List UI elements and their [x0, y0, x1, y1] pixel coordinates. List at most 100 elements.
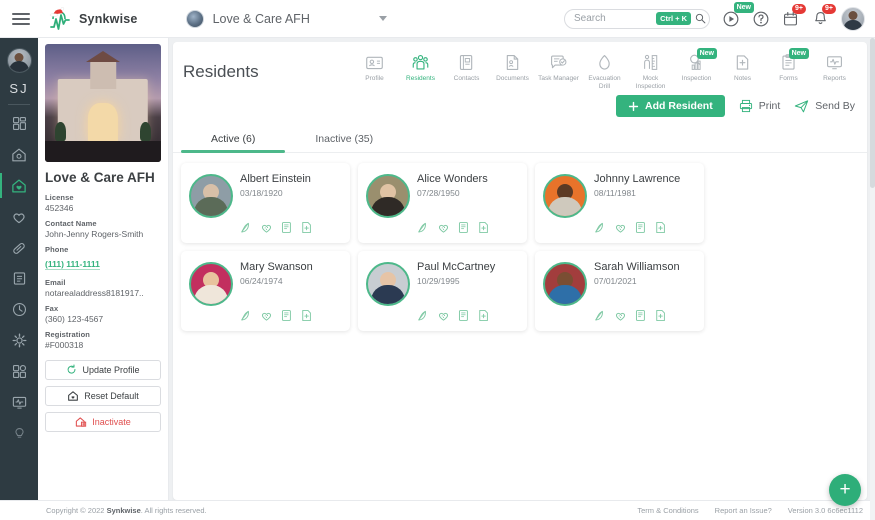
tool-inspection[interactable]: Inspection New [674, 50, 719, 83]
tool-reports[interactable]: Reports [812, 50, 857, 83]
notes-document-icon[interactable] [280, 309, 293, 322]
sidebar-item-settings[interactable] [0, 326, 38, 355]
resident-card[interactable]: Sarah Williamson07/01/2021 [535, 251, 704, 331]
sidebar-item-dashboard[interactable] [0, 109, 38, 138]
tool-profile[interactable]: Profile [352, 50, 397, 83]
sidebar-item-tips[interactable] [0, 419, 38, 448]
medical-file-icon[interactable] [654, 221, 667, 234]
growth-chart-icon[interactable] [594, 221, 607, 234]
clipboard-list-icon [11, 270, 28, 287]
medical-file-icon[interactable] [477, 309, 490, 322]
search-icon[interactable] [695, 13, 706, 24]
sidebar-item-tasks[interactable] [0, 264, 38, 293]
resident-avatar[interactable] [543, 174, 587, 218]
sidebar-item-schedule[interactable] [0, 295, 38, 324]
hamburger-menu-icon[interactable] [12, 13, 30, 25]
field-email-label: Email [45, 278, 161, 287]
print-button[interactable]: Print [739, 99, 781, 113]
medical-file-icon[interactable] [300, 221, 313, 234]
search-box[interactable]: Ctrl + K [564, 9, 710, 29]
tool-notes[interactable]: Notes [720, 50, 765, 83]
pill-bandage-icon [10, 239, 28, 257]
notes-document-icon[interactable] [634, 221, 647, 234]
page-scrollbar-thumb[interactable] [870, 38, 875, 188]
resident-dob: 10/29/1995 [417, 276, 519, 286]
calendar-icon[interactable]: 9+ [781, 9, 800, 28]
growth-chart-icon[interactable] [417, 221, 430, 234]
resident-avatar-body [194, 197, 228, 218]
field-fax-label: Fax [45, 304, 161, 313]
growth-chart-icon[interactable] [594, 309, 607, 322]
update-profile-button[interactable]: Update Profile [45, 360, 161, 380]
resident-card[interactable]: Albert Einstein03/18/1920 [181, 163, 350, 243]
resident-avatar[interactable] [189, 262, 233, 306]
health-heart-icon[interactable] [260, 309, 273, 322]
health-heart-icon[interactable] [437, 309, 450, 322]
tool-documents[interactable]: Documents [490, 50, 535, 83]
health-heart-icon[interactable] [614, 309, 627, 322]
add-resident-label: Add Resident [645, 100, 713, 112]
resident-card[interactable]: Alice Wonders07/28/1950 [358, 163, 527, 243]
inactivate-label: Inactivate [92, 417, 131, 427]
tool-residents[interactable]: Residents [398, 50, 443, 83]
add-resident-button[interactable]: Add Resident [616, 95, 725, 117]
resident-card[interactable]: Johnny Lawrence08/11/1981 [535, 163, 704, 243]
rail-user-initials: SJ [9, 81, 28, 96]
medical-file-icon[interactable] [477, 221, 490, 234]
search-input[interactable] [574, 13, 652, 24]
facility-switcher[interactable]: Love & Care AFH [186, 10, 387, 28]
send-by-button[interactable]: Send By [794, 99, 855, 114]
resident-card[interactable]: Paul McCartney10/29/1995 [358, 251, 527, 331]
sidebar-item-residents[interactable] [0, 171, 38, 200]
medical-file-icon[interactable] [654, 309, 667, 322]
tool-evacuation-drill[interactable]: Evacuation Drill [582, 50, 627, 91]
avatar[interactable] [841, 7, 865, 31]
resident-card[interactable]: Mary Swanson06/24/1974 [181, 251, 350, 331]
brand[interactable]: Synkwise [48, 6, 138, 32]
help-circle-icon[interactable] [751, 9, 770, 28]
inactivate-button[interactable]: Inactivate [45, 412, 161, 432]
floating-add-button[interactable]: + [829, 474, 861, 506]
tool-contacts[interactable]: Contacts [444, 50, 489, 83]
growth-chart-icon[interactable] [240, 309, 253, 322]
health-heart-icon[interactable] [260, 221, 273, 234]
medical-file-icon[interactable] [300, 309, 313, 322]
play-circle-icon[interactable]: New [721, 9, 740, 28]
notes-document-icon[interactable] [634, 309, 647, 322]
resident-avatar[interactable] [366, 174, 410, 218]
sidebar-item-apps[interactable] [0, 357, 38, 386]
notes-document-icon[interactable] [280, 221, 293, 234]
growth-chart-icon[interactable] [417, 309, 430, 322]
tab-inactive-residents[interactable]: Inactive (35) [285, 124, 403, 152]
tool-documents-label: Documents [496, 75, 529, 83]
apps-grid-icon [11, 363, 28, 380]
refresh-circle-icon [66, 364, 77, 375]
notes-document-icon[interactable] [457, 309, 470, 322]
tool-mock-inspection[interactable]: Mock Inspection [628, 50, 673, 91]
growth-chart-icon[interactable] [240, 221, 253, 234]
chevron-down-icon[interactable] [379, 16, 387, 21]
rail-avatar-body [9, 61, 29, 73]
tool-task-manager[interactable]: Task Manager [536, 50, 581, 83]
field-phone-value[interactable]: (111) 111-1111 [45, 259, 100, 270]
resident-avatar[interactable] [189, 174, 233, 218]
footer-link-report-issue[interactable]: Report an Issue? [715, 506, 772, 515]
health-heart-icon[interactable] [614, 221, 627, 234]
sidebar-item-facility-settings[interactable] [0, 140, 38, 169]
sidebar-item-health[interactable] [0, 202, 38, 231]
sidebar-item-medications[interactable] [0, 233, 38, 262]
clock-icon [11, 301, 28, 318]
tool-forms[interactable]: Forms New [766, 50, 811, 83]
sidebar-item-reports[interactable] [0, 388, 38, 417]
rail-avatar[interactable] [7, 48, 32, 73]
reset-default-button[interactable]: Reset Default [45, 386, 161, 406]
resident-avatar[interactable] [543, 262, 587, 306]
body: SJ [0, 38, 875, 500]
bell-icon[interactable]: 9+ [811, 9, 830, 28]
health-heart-icon[interactable] [437, 221, 450, 234]
notes-document-icon[interactable] [457, 221, 470, 234]
footer-link-terms[interactable]: Term & Conditions [637, 506, 698, 515]
resident-avatar-body [548, 285, 582, 306]
resident-avatar[interactable] [366, 262, 410, 306]
tab-active-residents[interactable]: Active (6) [181, 124, 285, 152]
